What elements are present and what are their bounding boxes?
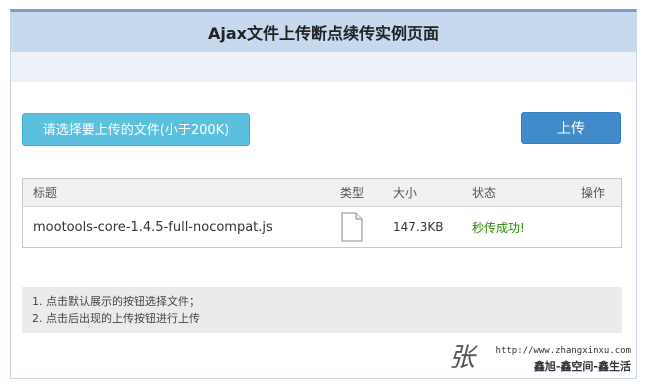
table-row: mootools-core-1.4.5-full-nocompat.js 147… bbox=[23, 207, 621, 247]
instructions: 1. 点击默认展示的按钮选择文件； 2. 点击后出现的上传按钮进行上传 bbox=[22, 287, 622, 333]
col-header-type: 类型 bbox=[339, 186, 364, 200]
file-icon bbox=[341, 212, 363, 242]
file-name: mootools-core-1.4.5-full-nocompat.js bbox=[33, 219, 273, 235]
demo-frame: Ajax文件上传断点续传实例页面 请选择要上传的文件(小于200K) 上传 标题… bbox=[10, 9, 637, 379]
instruction-line: 2. 点击后出现的上传按钮进行上传 bbox=[32, 312, 200, 325]
page-title: Ajax文件上传断点续传实例页面 bbox=[11, 12, 636, 52]
upload-button[interactable]: 上传 bbox=[521, 112, 621, 144]
col-header-size: 大小 bbox=[393, 186, 418, 200]
instruction-line: 1. 点击默认展示的按钮选择文件； bbox=[32, 295, 200, 308]
watermark-signature: 张 bbox=[448, 343, 475, 373]
table-header: 标题 类型 大小 状态 操作 bbox=[23, 179, 621, 207]
sub-bar bbox=[11, 52, 636, 82]
upload-status: 秒传成功! bbox=[472, 220, 525, 235]
watermark: http://www.zhangxinxu.com 鑫旭-鑫空间-鑫生活 张 bbox=[449, 343, 631, 374]
col-header-title: 标题 bbox=[33, 186, 58, 200]
select-file-button[interactable]: 请选择要上传的文件(小于200K) bbox=[22, 113, 250, 146]
file-type-cell bbox=[321, 212, 383, 242]
col-header-status: 状态 bbox=[472, 186, 497, 200]
col-header-action: 操作 bbox=[580, 186, 605, 200]
watermark-tagline: 鑫旭-鑫空间-鑫生活 bbox=[533, 360, 631, 373]
file-table: 标题 类型 大小 状态 操作 mootools-core-1.4.5-full-… bbox=[22, 178, 622, 248]
file-size: 147.3KB bbox=[393, 220, 444, 234]
watermark-url: http://www.zhangxinxu.com bbox=[495, 346, 631, 356]
